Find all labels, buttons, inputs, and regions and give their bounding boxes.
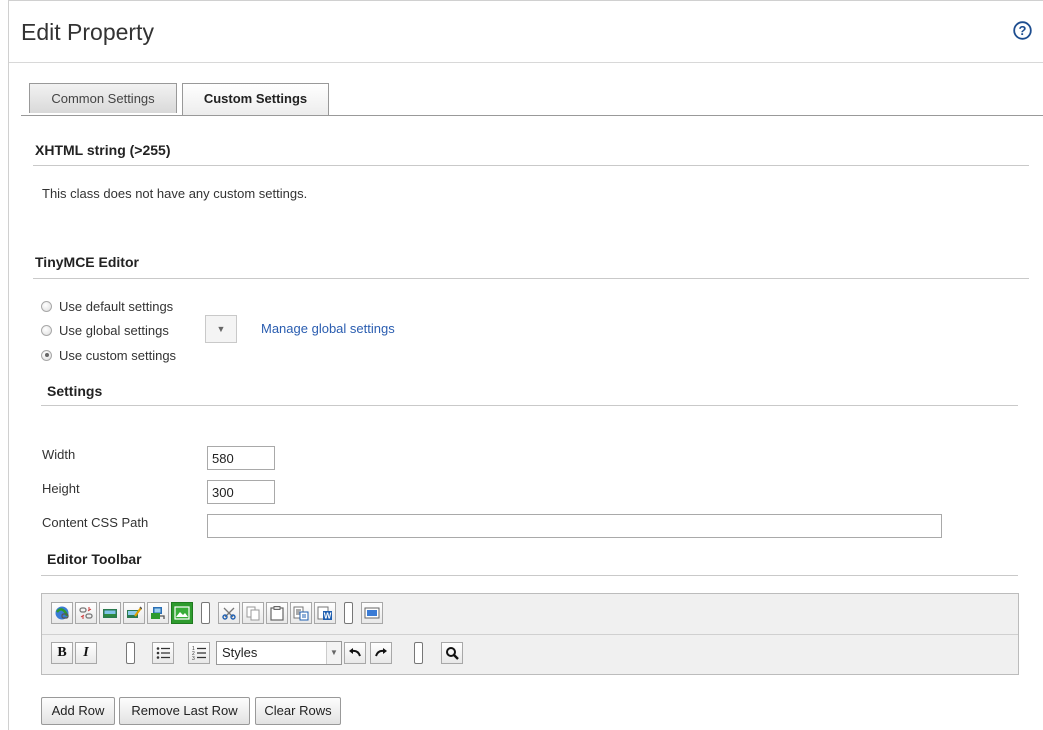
content-css-input[interactable] bbox=[207, 514, 942, 538]
height-label: Height bbox=[42, 481, 80, 496]
tab-custom-settings[interactable]: Custom Settings bbox=[182, 83, 329, 116]
clear-rows-button[interactable]: Clear Rows bbox=[255, 697, 341, 725]
xhtml-section-heading: XHTML string (>255) bbox=[35, 142, 171, 158]
chevron-down-icon: ▼ bbox=[216, 324, 226, 334]
image-gallery-icon[interactable] bbox=[171, 602, 193, 624]
editor-toolbar-divider bbox=[41, 575, 1018, 576]
editor-toolbar-heading: Editor Toolbar bbox=[47, 551, 142, 567]
global-settings-select[interactable]: ▼ bbox=[205, 315, 237, 343]
copy-icon[interactable] bbox=[242, 602, 264, 624]
tab-underline bbox=[21, 115, 1043, 116]
option-label: Use custom settings bbox=[59, 347, 177, 363]
width-label: Width bbox=[42, 447, 76, 462]
svg-text:3: 3 bbox=[192, 656, 195, 661]
styles-select[interactable]: Styles ▼ bbox=[216, 641, 342, 665]
bold-icon[interactable]: B bbox=[51, 642, 73, 664]
width-input[interactable] bbox=[207, 446, 275, 470]
xhtml-divider bbox=[33, 165, 1029, 166]
option-global-settings[interactable]: Use global settings bbox=[41, 321, 169, 339]
option-custom-settings[interactable]: Use custom settings bbox=[41, 346, 176, 364]
toolbar-row-2[interactable]: B I 123 Styles ▼ bbox=[42, 634, 1018, 674]
fullscreen-icon[interactable] bbox=[361, 602, 383, 624]
page-title: Edit Property bbox=[21, 19, 154, 45]
styles-select-label: Styles bbox=[222, 645, 258, 660]
insert-link-icon[interactable] bbox=[51, 602, 73, 624]
settings-divider bbox=[41, 405, 1018, 406]
unlink-icon[interactable] bbox=[75, 602, 97, 624]
insert-media-icon[interactable] bbox=[147, 602, 169, 624]
toolbar-row-1[interactable]: W bbox=[42, 594, 1018, 635]
settings-heading: Settings bbox=[47, 383, 103, 399]
cut-icon[interactable] bbox=[218, 602, 240, 624]
help-icon[interactable]: ? bbox=[1013, 21, 1032, 40]
undo-icon[interactable] bbox=[344, 642, 366, 664]
paste-word-icon[interactable]: W bbox=[314, 602, 336, 624]
insert-image-icon[interactable] bbox=[99, 602, 121, 624]
numbered-list-icon[interactable]: 123 bbox=[188, 642, 210, 664]
radio-default-settings[interactable] bbox=[41, 300, 52, 312]
option-default-settings[interactable]: Use default settings bbox=[41, 297, 173, 315]
svg-text:?: ? bbox=[1019, 23, 1027, 38]
svg-text:W: W bbox=[324, 612, 332, 621]
toolbar-separator[interactable] bbox=[414, 642, 423, 664]
search-icon[interactable] bbox=[441, 642, 463, 664]
title-divider bbox=[9, 62, 1043, 63]
tab-common-settings[interactable]: Common Settings bbox=[29, 83, 177, 113]
no-custom-settings-text: This class does not have any custom sett… bbox=[42, 186, 308, 201]
radio-custom-settings[interactable] bbox=[41, 349, 52, 361]
toolbar-separator[interactable] bbox=[126, 642, 135, 664]
toolbar-separator[interactable] bbox=[201, 602, 210, 624]
tinymce-section-heading: TinyMCE Editor bbox=[35, 254, 139, 270]
remove-last-row-button[interactable]: Remove Last Row bbox=[119, 697, 250, 725]
tinymce-divider bbox=[33, 278, 1029, 279]
italic-icon[interactable]: I bbox=[75, 642, 97, 664]
paste-text-icon[interactable] bbox=[290, 602, 312, 624]
height-input[interactable] bbox=[207, 480, 275, 504]
radio-global-settings[interactable] bbox=[41, 324, 52, 336]
edit-image-icon[interactable] bbox=[123, 602, 145, 624]
paste-icon[interactable] bbox=[266, 602, 288, 624]
chevron-down-icon[interactable]: ▼ bbox=[326, 642, 341, 664]
redo-icon[interactable] bbox=[370, 642, 392, 664]
toolbar-separator[interactable] bbox=[344, 602, 353, 624]
editor-toolbar: W B I 123 Styles ▼ bbox=[41, 593, 1019, 675]
bullet-list-icon[interactable] bbox=[152, 642, 174, 664]
option-label: Use default settings bbox=[59, 298, 174, 314]
content-css-label: Content CSS Path bbox=[42, 515, 149, 530]
add-row-button[interactable]: Add Row bbox=[41, 697, 115, 725]
option-label: Use global settings bbox=[59, 322, 169, 338]
manage-global-settings-link[interactable]: Manage global settings bbox=[261, 321, 395, 336]
